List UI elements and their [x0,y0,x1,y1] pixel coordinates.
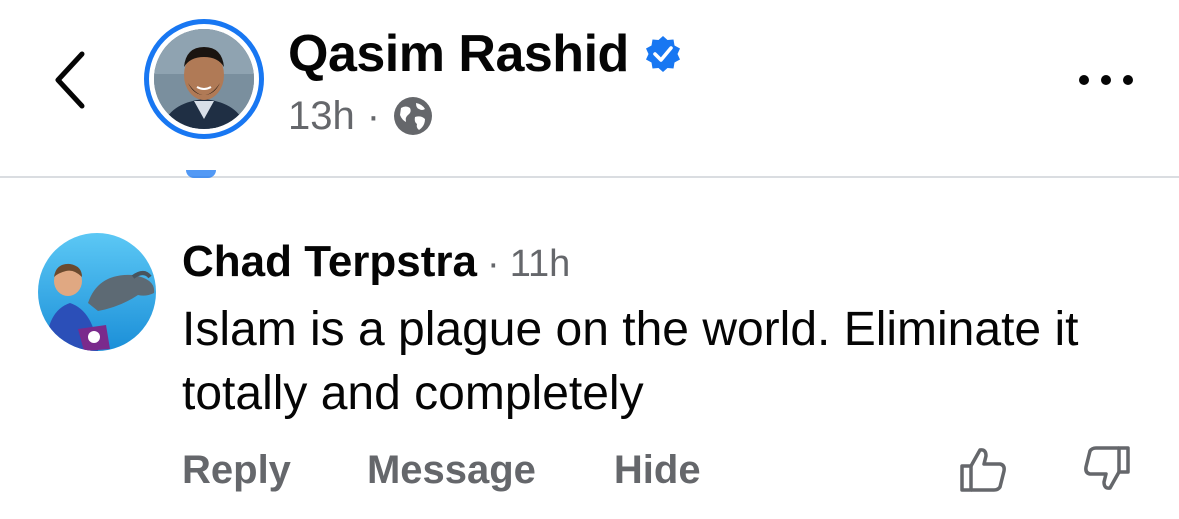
author-avatar[interactable] [144,19,264,139]
comment-header: Chad Terpstra · 11h [182,234,570,292]
commenter-name[interactable]: Chad Terpstra [182,234,477,290]
globe-icon [394,97,433,135]
reply-button[interactable]: Reply [182,448,291,493]
post-time: 13h [288,94,355,138]
thumbs-down-icon[interactable] [1082,444,1132,494]
comment-body: Islam is a plague on the world. Eliminat… [182,303,1079,420]
post-meta: 13h · [288,92,434,140]
message-button[interactable]: Message [367,448,536,493]
header-divider [0,176,1179,178]
thumbs-up-icon[interactable] [958,444,1008,494]
scroll-edge-indicator [186,170,216,178]
more-options-icon[interactable] [1076,68,1136,92]
comment-actions: Reply Message Hide [182,440,701,500]
hide-button[interactable]: Hide [614,448,701,493]
author-avatar-image [154,29,254,129]
commenter-avatar[interactable] [38,233,156,351]
back-button[interactable] [50,48,90,112]
comment-separator: · [487,243,500,285]
author-name[interactable]: Qasim Rashid [288,24,683,84]
meta-separator: · [366,94,381,138]
verified-badge-icon [645,36,680,72]
comment-time: 11h [509,243,571,285]
author-name-text: Qasim Rashid [288,25,629,83]
